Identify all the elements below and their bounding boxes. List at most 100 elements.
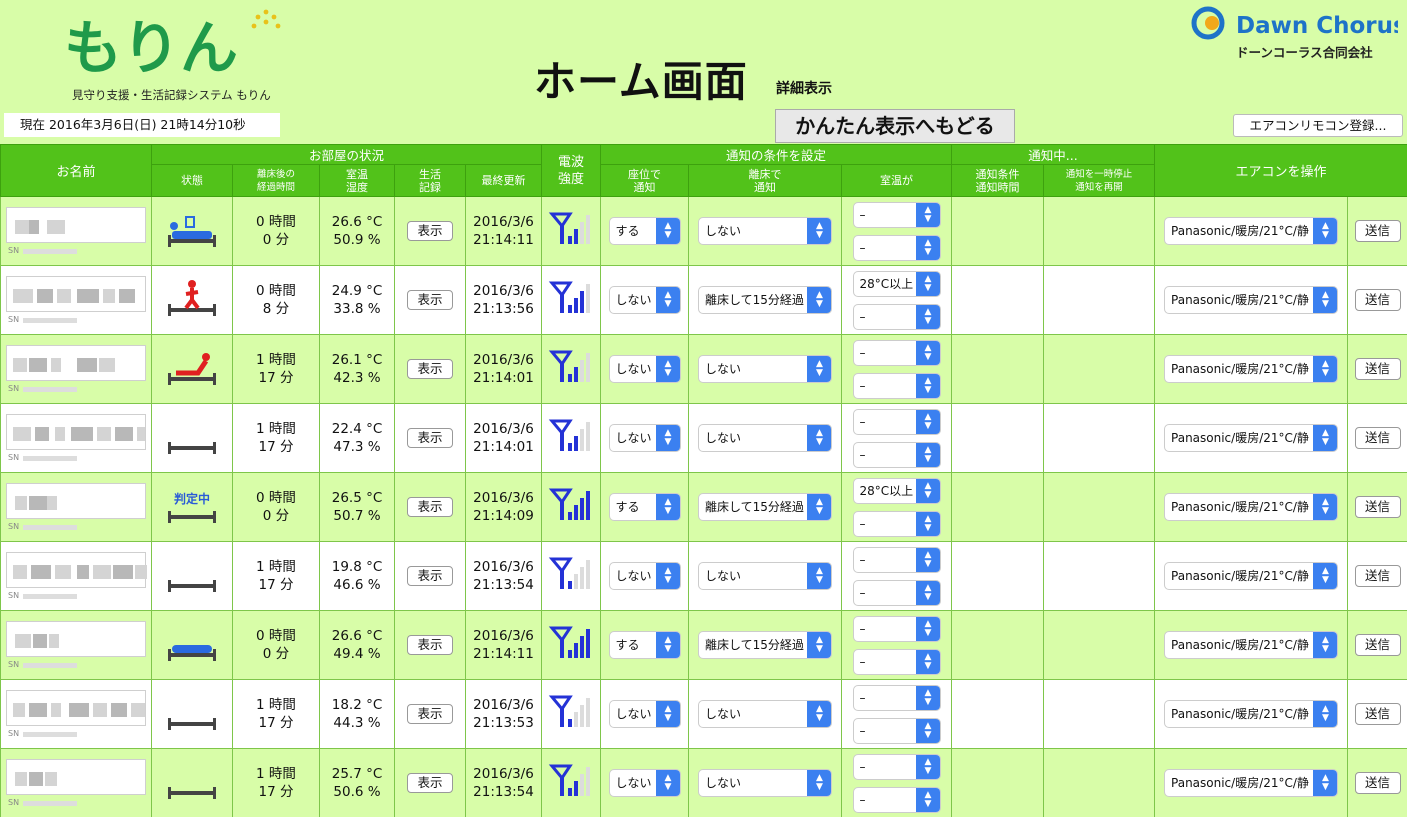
ac-setting-select[interactable]: Panasonic/暖房/21°C/静 ▲ ▼	[1164, 286, 1339, 314]
seat-notify-select[interactable]: する ▲ ▼	[608, 631, 681, 659]
temp-lower-select[interactable]: – ▲ ▼	[852, 579, 941, 606]
show-life-log-button[interactable]: 表示	[407, 221, 453, 241]
lying-flat-person-icon	[168, 645, 216, 661]
leave-notify-select[interactable]: 離床して15分経過 ▲ ▼	[698, 631, 832, 659]
send-button[interactable]: 送信	[1354, 427, 1401, 449]
signal-strength-icon	[548, 764, 590, 796]
t1-value: –	[859, 759, 866, 774]
room-temperature: 19.8 °C	[331, 559, 383, 575]
temp-upper-select[interactable]: – ▲ ▼	[852, 408, 941, 435]
leave-notify-select[interactable]: しない ▲ ▼	[698, 700, 832, 728]
simple-view-button[interactable]: かんたん表示へもどる	[775, 109, 1015, 143]
seat-notify-select[interactable]: する ▲ ▼	[608, 217, 681, 245]
seat-notify-select[interactable]: しない ▲ ▼	[608, 562, 681, 590]
ac-remote-register-button[interactable]: エアコンリモコン登録...	[1233, 114, 1403, 137]
signal-cell	[541, 472, 601, 542]
show-life-log-button[interactable]: 表示	[407, 635, 453, 655]
ac-setting-select[interactable]: Panasonic/暖房/21°C/静 ▲ ▼	[1164, 493, 1339, 521]
show-life-log-button[interactable]: 表示	[407, 704, 453, 724]
leave-notify-select[interactable]: しない ▲ ▼	[698, 217, 832, 245]
name-cell: SN	[0, 748, 152, 817]
show-life-log-button[interactable]: 表示	[407, 428, 453, 448]
temp-upper-select[interactable]: 28°C以上 ▲ ▼	[852, 270, 941, 297]
t1-value: –	[859, 690, 866, 705]
pause-resume-cell	[1042, 472, 1156, 542]
temp-upper-select[interactable]: – ▲ ▼	[852, 201, 941, 228]
temp-upper-select[interactable]: – ▲ ▼	[852, 753, 941, 780]
temp-lower-select[interactable]: – ▲ ▼	[852, 303, 941, 330]
send-button[interactable]: 送信	[1354, 772, 1401, 794]
leave-notify-select[interactable]: しない ▲ ▼	[698, 355, 832, 383]
temp-upper-select[interactable]: – ▲ ▼	[852, 546, 941, 573]
seat-value: しない	[615, 776, 652, 790]
leave-notify-select[interactable]: しない ▲ ▼	[698, 562, 832, 590]
show-life-log-button[interactable]: 表示	[407, 773, 453, 793]
ac-value: Panasonic/暖房/21°C/静	[1171, 569, 1309, 583]
send-button[interactable]: 送信	[1354, 565, 1401, 587]
seat-notify-select[interactable]: しない ▲ ▼	[608, 286, 681, 314]
send-button[interactable]: 送信	[1354, 220, 1401, 242]
temp-lower-select[interactable]: – ▲ ▼	[852, 234, 941, 261]
ac-setting-select[interactable]: Panasonic/暖房/21°C/静 ▲ ▼	[1164, 217, 1339, 245]
send-button[interactable]: 送信	[1354, 703, 1401, 725]
send-button[interactable]: 送信	[1354, 496, 1401, 518]
signal-cell	[541, 748, 601, 817]
leave-notify-select[interactable]: しない ▲ ▼	[698, 424, 832, 452]
seat-notify-select[interactable]: しない ▲ ▼	[608, 769, 681, 797]
signal-strength-icon	[548, 350, 590, 382]
temp-lower-select[interactable]: – ▲ ▼	[852, 717, 941, 744]
ac-setting-select[interactable]: Panasonic/暖房/21°C/静 ▲ ▼	[1164, 355, 1339, 383]
show-life-log-button[interactable]: 表示	[407, 290, 453, 310]
send-button[interactable]: 送信	[1354, 289, 1401, 311]
temp-lower-select[interactable]: – ▲ ▼	[852, 510, 941, 537]
notify-time-cell	[951, 541, 1044, 611]
send-button[interactable]: 送信	[1354, 634, 1401, 656]
select-arrows-icon: ▲ ▼	[807, 770, 831, 796]
life-log-cell: 表示	[394, 196, 466, 266]
room-humidity: 50.9 %	[333, 232, 381, 248]
ac-setting-select[interactable]: Panasonic/暖房/21°C/静 ▲ ▼	[1164, 769, 1339, 797]
seat-notify-select[interactable]: しない ▲ ▼	[608, 424, 681, 452]
leave-notify-select[interactable]: しない ▲ ▼	[698, 769, 832, 797]
show-life-log-button[interactable]: 表示	[407, 359, 453, 379]
leave-notify-select[interactable]: 離床して15分経過 ▲ ▼	[698, 286, 832, 314]
select-arrows-icon: ▲ ▼	[655, 218, 680, 244]
temp-lower-select[interactable]: – ▲ ▼	[852, 786, 941, 813]
send-button[interactable]: 送信	[1354, 358, 1401, 380]
leave-notify-cell: 離床して15分経過 ▲ ▼	[688, 472, 842, 542]
seat-value: しない	[615, 362, 652, 376]
leave-notify-select[interactable]: 離床して15分経過 ▲ ▼	[698, 493, 832, 521]
signal-strength-icon	[548, 557, 590, 589]
elapsed-minutes: 17 分	[258, 784, 294, 800]
svg-text:もりん: もりん	[64, 14, 238, 82]
temp-lower-select[interactable]: – ▲ ▼	[852, 441, 941, 468]
lying-person-icon	[168, 216, 216, 247]
ac-setting-select[interactable]: Panasonic/暖房/21°C/静 ▲ ▼	[1164, 562, 1339, 590]
name-box	[6, 482, 146, 519]
seat-notify-select[interactable]: しない ▲ ▼	[608, 700, 681, 728]
temp-upper-select[interactable]: – ▲ ▼	[852, 615, 941, 642]
ac-setting-select[interactable]: Panasonic/暖房/21°C/静 ▲ ▼	[1164, 631, 1339, 659]
elapsed-minutes: 17 分	[258, 577, 294, 593]
temp-lower-select[interactable]: – ▲ ▼	[852, 648, 941, 675]
select-arrows-icon: ▲ ▼	[915, 649, 940, 674]
temp-upper-select[interactable]: 28°C以上 ▲ ▼	[852, 477, 941, 504]
show-life-log-button[interactable]: 表示	[407, 566, 453, 586]
temp-lower-select[interactable]: – ▲ ▼	[852, 372, 941, 399]
signal-cell	[541, 610, 601, 680]
select-arrows-icon: ▲ ▼	[807, 425, 831, 451]
table-row: SN 0 時間 8 分 24.9 °C 33.8 % 表示 2016/3/6 21:1…	[0, 265, 1407, 335]
elapsed-minutes: 0 分	[262, 646, 290, 662]
ac-setting-select[interactable]: Panasonic/暖房/21°C/静 ▲ ▼	[1164, 700, 1339, 728]
temp-upper-select[interactable]: – ▲ ▼	[852, 339, 941, 366]
pause-resume-cell	[1042, 196, 1156, 266]
send-cell: 送信	[1347, 610, 1407, 680]
ac-setting-select[interactable]: Panasonic/暖房/21°C/静 ▲ ▼	[1164, 424, 1339, 452]
serial-number: SN	[1, 522, 151, 532]
send-cell: 送信	[1347, 679, 1407, 749]
seat-notify-select[interactable]: する ▲ ▼	[608, 493, 681, 521]
show-life-log-button[interactable]: 表示	[407, 497, 453, 517]
seat-notify-select[interactable]: しない ▲ ▼	[608, 355, 681, 383]
select-arrows-icon: ▲ ▼	[915, 235, 940, 260]
temp-upper-select[interactable]: – ▲ ▼	[852, 684, 941, 711]
